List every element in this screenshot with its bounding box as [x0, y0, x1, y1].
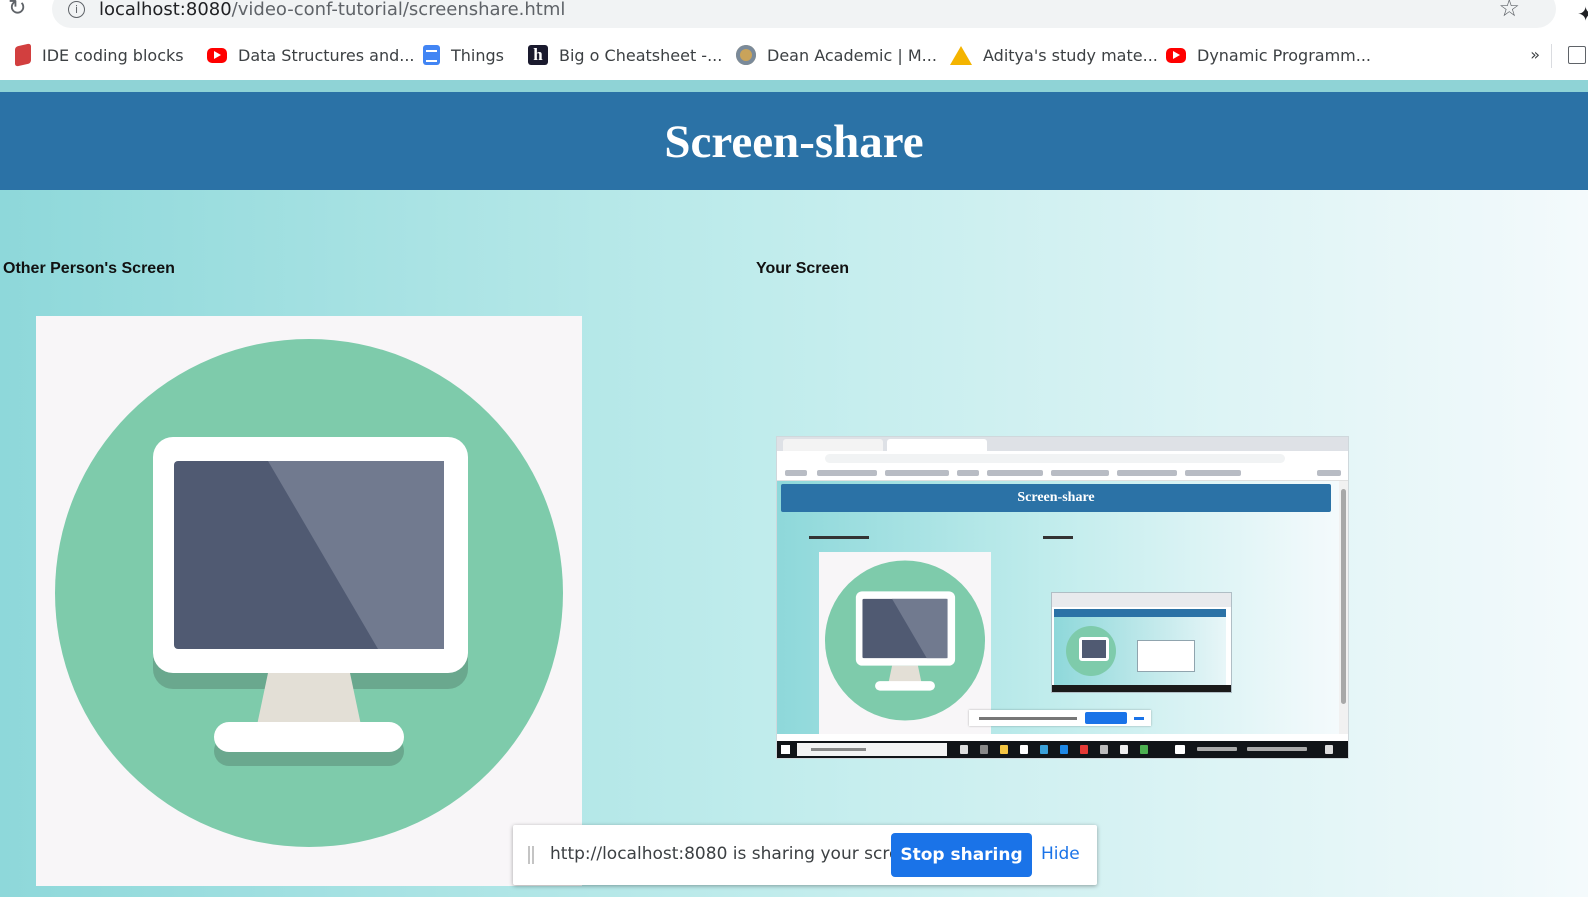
page-top-strip — [0, 80, 1588, 92]
youtube-icon — [207, 47, 227, 63]
share-message: http://localhost:8080 is sharing your sc… — [550, 844, 927, 864]
extension-puzzle-icon[interactable]: ✦ — [1577, 2, 1588, 26]
bookmark-big-o-cheatsheet[interactable]: h Big o Cheatsheet -... — [528, 44, 722, 66]
mini-other-video — [819, 552, 991, 734]
google-docs-icon — [423, 45, 440, 65]
reading-list-icon[interactable] — [1568, 46, 1586, 64]
other-screen-label: Other Person's Screen — [3, 260, 175, 277]
mini-page-title: Screen-share — [1017, 490, 1095, 505]
your-screen-video: Screen-share — [777, 437, 1348, 758]
info-icon[interactable]: i — [68, 1, 85, 18]
bookmark-label: Data Structures and... — [238, 45, 415, 65]
bookmark-dean-academic[interactable]: Dean Academic | M... — [736, 44, 937, 66]
more-bookmarks-chevron-icon[interactable]: » — [1530, 45, 1540, 64]
screen-share-notification: http://localhost:8080 is sharing your sc… — [513, 825, 1097, 885]
mini-address-bar — [777, 451, 1348, 466]
drag-handle-icon[interactable] — [528, 846, 534, 864]
page-header: Screen-share — [0, 92, 1588, 190]
hide-button[interactable]: Hide — [1041, 844, 1080, 864]
monitor-icon — [55, 339, 563, 847]
mini-share-notification — [969, 710, 1151, 726]
hashnode-icon: h — [528, 45, 548, 65]
mini-taskbar — [777, 741, 1348, 758]
bookmark-data-structures[interactable]: Data Structures and... — [207, 44, 415, 66]
google-drive-icon — [950, 45, 972, 65]
your-screen-label: Your Screen — [756, 260, 850, 277]
mini-tab — [783, 439, 883, 451]
page-title: Screen-share — [664, 116, 924, 168]
bookmark-label: Things — [451, 45, 504, 65]
bookmark-things[interactable]: Things — [423, 44, 504, 66]
mini-other-label — [809, 536, 869, 539]
bookmark-aditya-study-material[interactable]: Aditya's study mate... — [950, 44, 1158, 66]
mini-tab — [887, 439, 987, 451]
url-path: /video-conf-tutorial/screenshare.html — [231, 0, 566, 20]
mini-page: Screen-share — [777, 481, 1339, 734]
bookmark-ide-coding-blocks[interactable]: IDE coding blocks — [15, 43, 184, 67]
dean-academic-icon — [736, 45, 756, 65]
bookmark-dynamic-programming[interactable]: Dynamic Programm... — [1166, 44, 1371, 66]
address-bar[interactable]: i localhost:8080/video-conf-tutorial/scr… — [52, 0, 1556, 28]
reload-icon[interactable]: ↻ — [8, 0, 26, 21]
ide-coding-blocks-icon — [15, 43, 31, 67]
mini-your-video — [1052, 593, 1231, 692]
page-content: Screen-share Other Person's Screen Your … — [0, 80, 1588, 897]
mini-tab-strip — [777, 437, 1348, 451]
url-host: localhost:8080 — [99, 0, 232, 20]
browser-toolbar: ↻ i localhost:8080/video-conf-tutorial/s… — [0, 0, 1588, 28]
mini-your-label — [1043, 536, 1073, 539]
bookmark-label: Dynamic Programm... — [1197, 45, 1371, 65]
bookmark-label: Big o Cheatsheet -... — [559, 45, 723, 65]
bookmarks-bar: IDE coding blocks Data Structures and...… — [0, 36, 1588, 76]
bookmark-label: Dean Academic | M... — [767, 45, 937, 65]
url-text[interactable]: localhost:8080/video-conf-tutorial/scree… — [99, 0, 565, 20]
mini-scrollbar — [1339, 481, 1348, 734]
bookmark-label: IDE coding blocks — [42, 45, 184, 65]
mini-page-header: Screen-share — [781, 484, 1331, 512]
other-person-video — [36, 316, 582, 886]
mini-monitor-icon — [824, 560, 986, 721]
bookmark-label: Aditya's study mate... — [983, 45, 1158, 65]
bookmarks-divider — [1551, 44, 1552, 68]
youtube-icon — [1166, 47, 1186, 63]
mini-bookmarks-bar — [777, 466, 1348, 481]
star-icon[interactable]: ☆ — [1498, 0, 1520, 22]
stop-sharing-button[interactable]: Stop sharing — [891, 833, 1032, 877]
